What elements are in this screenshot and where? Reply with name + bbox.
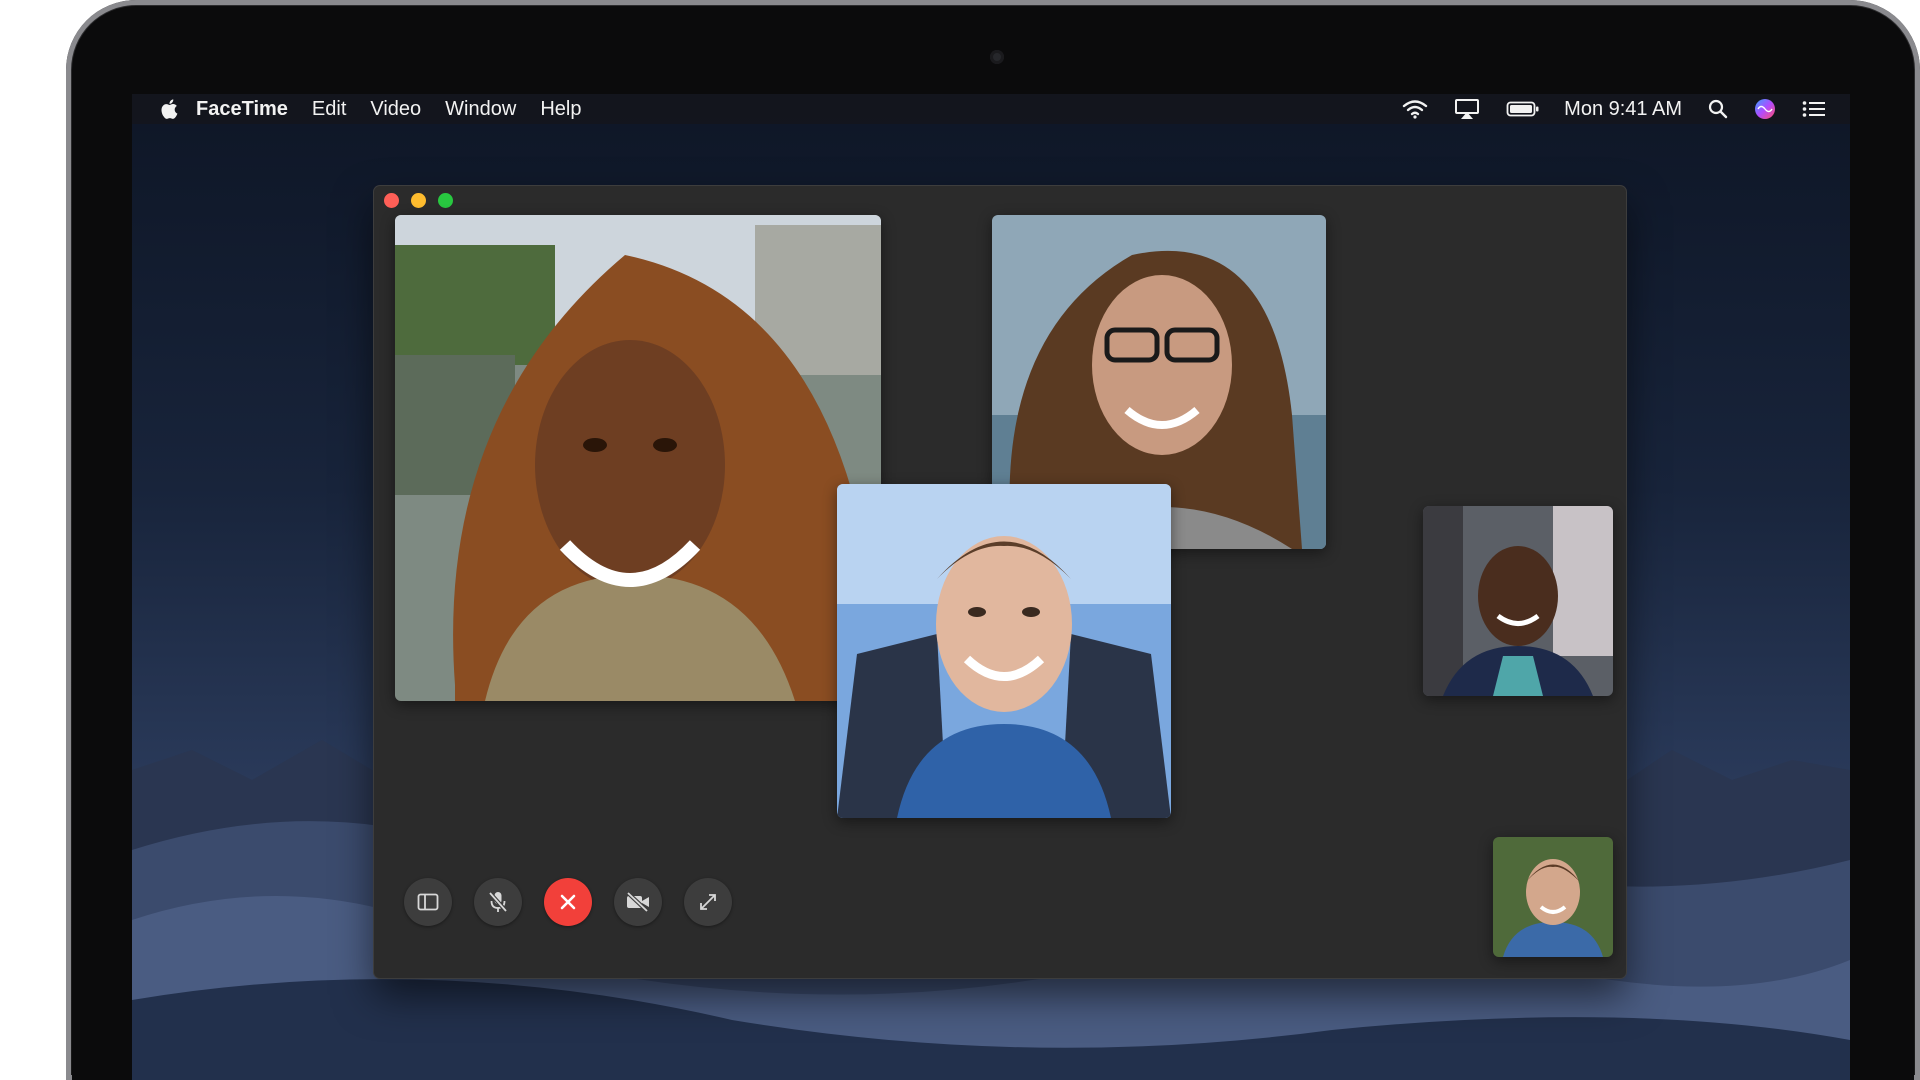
wifi-icon[interactable] [1402, 99, 1428, 119]
fullscreen-button[interactable] [684, 878, 732, 926]
search-icon[interactable] [1708, 99, 1728, 119]
battery-icon[interactable] [1506, 100, 1540, 118]
window-zoom-button[interactable] [438, 193, 453, 208]
menu-app-name[interactable]: FaceTime [196, 98, 288, 121]
window-close-button[interactable] [384, 193, 399, 208]
camera-off-button[interactable] [614, 878, 662, 926]
participant-video [837, 484, 1171, 818]
participant-tile-man-smiling[interactable] [1423, 506, 1613, 696]
sidebar-button[interactable] [404, 878, 452, 926]
expand-icon [700, 894, 716, 910]
mute-button[interactable] [474, 878, 522, 926]
video-slash-icon [626, 892, 649, 912]
desktop-screen: FaceTime Edit Video Window Help Mon 9:41… [132, 94, 1850, 1080]
close-icon [560, 894, 576, 910]
menu-window[interactable]: Window [445, 98, 516, 121]
siri-icon[interactable] [1754, 98, 1776, 120]
end-call-button[interactable] [544, 878, 592, 926]
participant-video [1423, 506, 1613, 696]
status-menus: Mon 9:41 AM [1376, 94, 1826, 124]
webcam [990, 50, 1004, 64]
sidebar-icon [417, 893, 439, 911]
apple-icon[interactable] [160, 98, 178, 120]
menubar-clock[interactable]: Mon 9:41 AM [1564, 98, 1682, 121]
participant-video [395, 215, 881, 701]
participant-tile-woman-curly-hair[interactable] [395, 215, 881, 701]
self-view-tile[interactable] [1493, 837, 1613, 957]
airplay-icon[interactable] [1454, 98, 1480, 120]
self-view-video [1493, 837, 1613, 957]
menu-video[interactable]: Video [370, 98, 421, 121]
facetime-window [374, 186, 1626, 978]
microphone-slash-icon [488, 891, 508, 913]
notification-center-icon[interactable] [1802, 100, 1826, 118]
menu-edit[interactable]: Edit [312, 98, 346, 121]
participant-tile-young-man[interactable] [837, 484, 1171, 818]
menu-help[interactable]: Help [540, 98, 581, 121]
call-controls [404, 878, 754, 926]
menu-bar: FaceTime Edit Video Window Help Mon 9:41… [132, 94, 1850, 124]
window-minimize-button[interactable] [411, 193, 426, 208]
